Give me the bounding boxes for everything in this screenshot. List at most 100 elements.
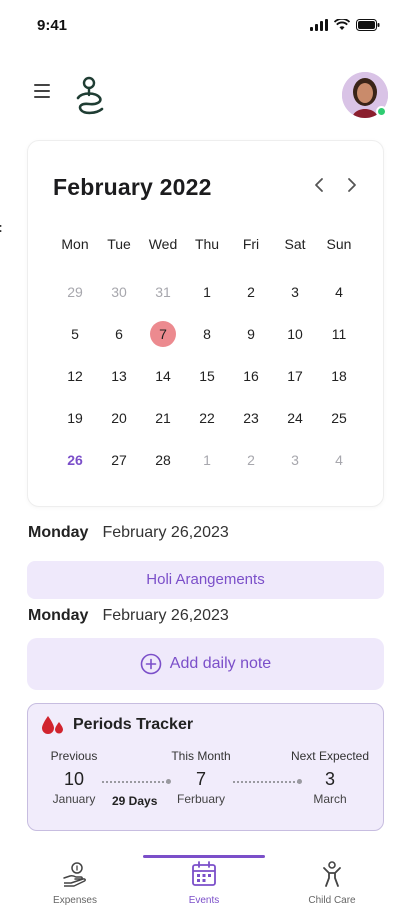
calendar-day[interactable]: 12 <box>53 355 97 397</box>
tab-expenses-label: Expenses <box>53 895 97 906</box>
battery-icon <box>356 19 380 31</box>
plus-circle-icon <box>140 653 162 675</box>
weekday-label: Sun <box>326 236 352 252</box>
tracker-previous-month: January <box>52 792 96 806</box>
weekday-label: Thu <box>194 236 220 252</box>
month-title: February 2022 <box>53 174 212 200</box>
entry-date: February 26,2023 <box>102 607 229 624</box>
signal-icon <box>310 19 328 31</box>
calendar-day[interactable]: 1 <box>185 271 229 313</box>
selected-day-number: 7 <box>159 326 167 342</box>
tab-expenses[interactable]: Expenses <box>30 860 120 906</box>
calendar-week: 29 30 31 1 2 3 4 <box>53 271 361 313</box>
calendar-day[interactable]: 2 <box>229 439 273 481</box>
calendar-day[interactable]: 28 <box>141 439 185 481</box>
event-item[interactable]: Holi Arangements <box>27 561 384 599</box>
tracker-this-month: This Month 7 Ferbuary <box>164 749 238 806</box>
bottom-navigation: Expenses Events Child Care <box>0 852 394 907</box>
chevron-right-icon[interactable] <box>342 175 360 195</box>
calendar-day[interactable]: 22 <box>185 397 229 439</box>
calendar-day[interactable]: 8 <box>185 313 229 355</box>
hamburger-menu-icon[interactable] <box>34 84 50 98</box>
calendar-day[interactable]: 11 <box>317 313 361 355</box>
calendar-day[interactable]: 4 <box>317 439 361 481</box>
weekday-header: Mon Tue Wed Thu Fri Sat Sun <box>53 229 361 259</box>
calendar-day[interactable]: 18 <box>317 355 361 397</box>
calendar-day-selected[interactable]: 7 <box>141 313 185 355</box>
calendar-day[interactable]: 14 <box>141 355 185 397</box>
tracker-previous-day: 10 <box>63 769 85 789</box>
calendar-day[interactable]: 13 <box>97 355 141 397</box>
calendar-icon <box>192 861 216 886</box>
calendar-day[interactable]: 2 <box>229 271 273 313</box>
tab-events-label: Events <box>188 895 220 906</box>
entry-day-name: Monday <box>28 524 89 541</box>
calendar-day[interactable]: 3 <box>273 439 317 481</box>
calendar-day[interactable]: 25 <box>317 397 361 439</box>
calendar-day[interactable]: 16 <box>229 355 273 397</box>
calendar-day[interactable]: 5 <box>53 313 97 355</box>
wallet-hand-icon <box>63 862 86 887</box>
calendar-day[interactable]: 20 <box>97 397 141 439</box>
calendar-day[interactable]: 15 <box>185 355 229 397</box>
edge-glyph: : <box>0 219 3 235</box>
app-logo-icon <box>76 76 104 115</box>
tracker-this-month-month: Ferbuary <box>176 792 226 806</box>
calendar-day[interactable]: 27 <box>97 439 141 481</box>
calendar-day[interactable]: 1 <box>185 439 229 481</box>
entry-date-line: Monday February 26,2023 <box>28 607 229 625</box>
calendar-day[interactable]: 31 <box>141 271 185 313</box>
weekday-label: Fri <box>242 236 260 252</box>
tab-events[interactable]: Events <box>159 860 249 906</box>
periods-tracker-card[interactable]: Periods Tracker Previous 10 January 29 D… <box>27 703 384 831</box>
calendar-day[interactable]: 6 <box>97 313 141 355</box>
add-daily-note-label: Add daily note <box>169 655 272 672</box>
status-bar: 9:41 <box>0 0 394 50</box>
calendar-day[interactable]: 19 <box>53 397 97 439</box>
wifi-icon <box>334 19 350 30</box>
calendar-day[interactable]: 9 <box>229 313 273 355</box>
calendar-week: 12 13 14 15 16 17 18 <box>53 355 361 397</box>
tracker-connector <box>102 781 168 783</box>
tab-child-care[interactable]: Child Care <box>287 860 377 906</box>
calendar-day[interactable]: 30 <box>97 271 141 313</box>
entry-date: February 26,2023 <box>102 524 229 541</box>
active-tab-indicator <box>143 855 265 858</box>
calendar-day[interactable]: 23 <box>229 397 273 439</box>
calendar-day[interactable]: 3 <box>273 271 317 313</box>
tab-child-care-label: Child Care <box>308 895 356 906</box>
tracker-previous: Previous 10 January <box>42 749 106 806</box>
entry-date-line: Monday February 26,2023 <box>28 524 229 542</box>
chevron-left-icon[interactable] <box>311 175 329 195</box>
tracker-next-expected: Next Expected 3 March <box>283 749 377 806</box>
calendar-days: 29 30 31 1 2 3 4 5 6 7 8 9 10 11 12 13 1… <box>53 271 361 481</box>
add-daily-note-button[interactable]: Add daily note <box>27 638 384 690</box>
blood-drop-icon <box>42 716 63 734</box>
weekday-label: Mon <box>61 236 89 252</box>
calendar-week: 26 27 28 1 2 3 4 <box>53 439 361 481</box>
calendar-card: February 2022 Mon Tue Wed Thu Fri Sat Su… <box>27 140 384 507</box>
calendar-day[interactable]: 4 <box>317 271 361 313</box>
calendar-day[interactable]: 10 <box>273 313 317 355</box>
status-icons <box>310 19 380 31</box>
top-bar <box>0 68 394 120</box>
calendar-grid: Mon Tue Wed Thu Fri Sat Sun 29 30 31 1 2… <box>53 229 361 481</box>
tracker-title: Periods Tracker <box>73 716 194 733</box>
calendar-week: 5 6 7 8 9 10 11 <box>53 313 361 355</box>
tracker-next-day: 3 <box>324 769 335 789</box>
calendar-day[interactable]: 17 <box>273 355 317 397</box>
tracker-this-month-label: This Month <box>171 749 231 763</box>
weekday-label: Wed <box>148 236 178 252</box>
calendar-day-today[interactable]: 26 <box>53 439 97 481</box>
calendar-day[interactable]: 24 <box>273 397 317 439</box>
weekday-label: Sat <box>284 236 306 252</box>
status-time: 9:41 <box>37 17 68 34</box>
calendar-day[interactable]: 21 <box>141 397 185 439</box>
weekday-label: Tue <box>107 236 131 252</box>
entry-day-name: Monday <box>28 607 89 624</box>
tracker-previous-label: Previous <box>50 749 98 763</box>
tracker-next-month: March <box>313 792 347 806</box>
tracker-this-month-day: 7 <box>195 769 206 789</box>
calendar-day[interactable]: 29 <box>53 271 97 313</box>
child-icon <box>323 861 341 887</box>
